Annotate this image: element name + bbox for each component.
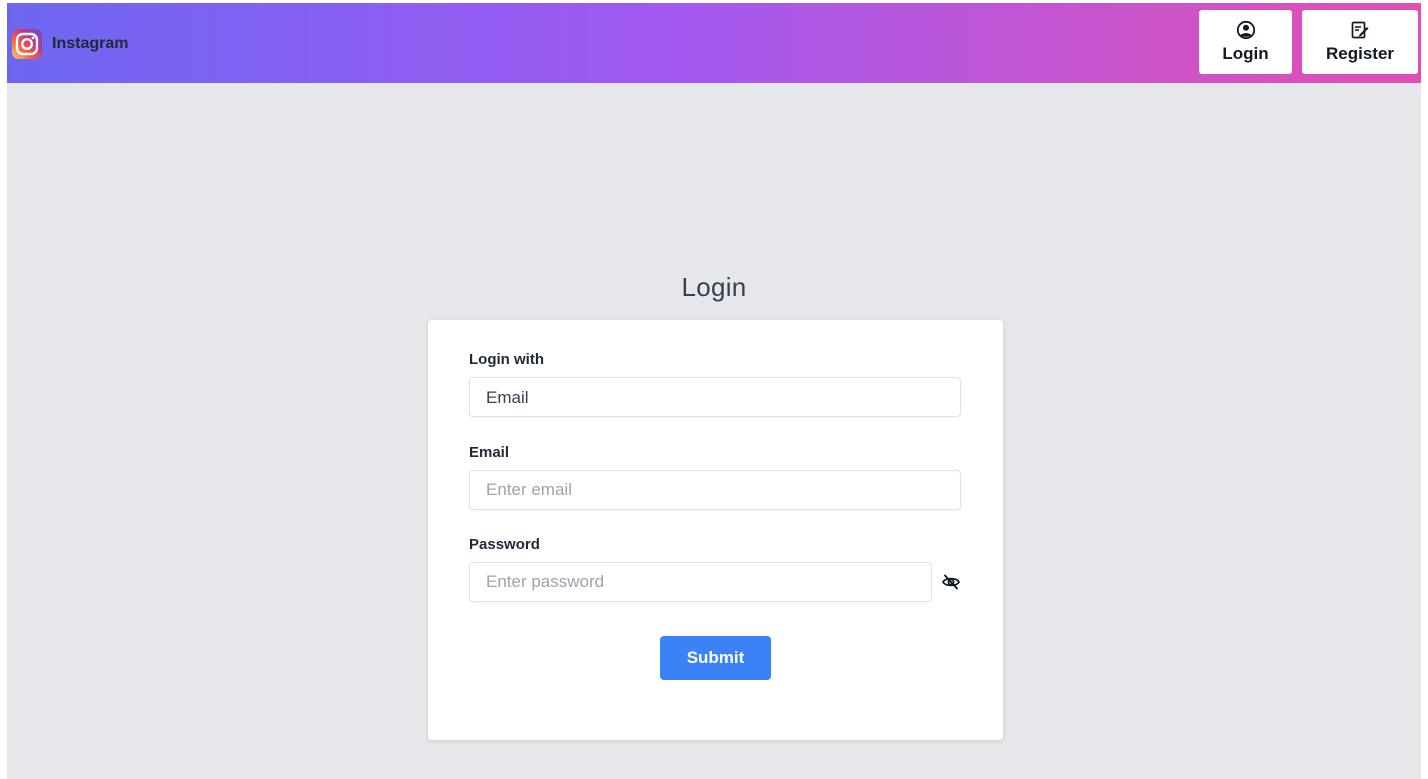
brand[interactable]: Instagram [11,28,128,60]
password-input[interactable] [469,562,932,602]
login-with-label: Login with [469,351,544,368]
instagram-logo [12,29,42,59]
email-input[interactable] [469,470,961,510]
nav-register-label: Register [1325,44,1395,63]
eye-slash-icon[interactable] [941,572,961,592]
password-label: Password [469,536,540,553]
edit-note-icon [1351,21,1369,39]
nav-login-label: Login [1222,44,1269,63]
app-root: Instagram Login Register Login Login wit… [7,3,1421,779]
nav-login-button[interactable]: Login [1199,10,1292,74]
user-circle-icon [1236,20,1255,40]
email-label: Email [469,444,510,461]
login-form-card: Login with Email Email Password Submit [428,320,1003,740]
brand-name: Instagram [52,35,129,52]
page-title: Login [681,272,747,303]
navbar: Instagram Login Register [7,3,1421,83]
login-with-select[interactable]: Email [469,377,961,417]
nav-register-button[interactable]: Register [1302,10,1418,74]
submit-button[interactable]: Submit [660,636,771,680]
